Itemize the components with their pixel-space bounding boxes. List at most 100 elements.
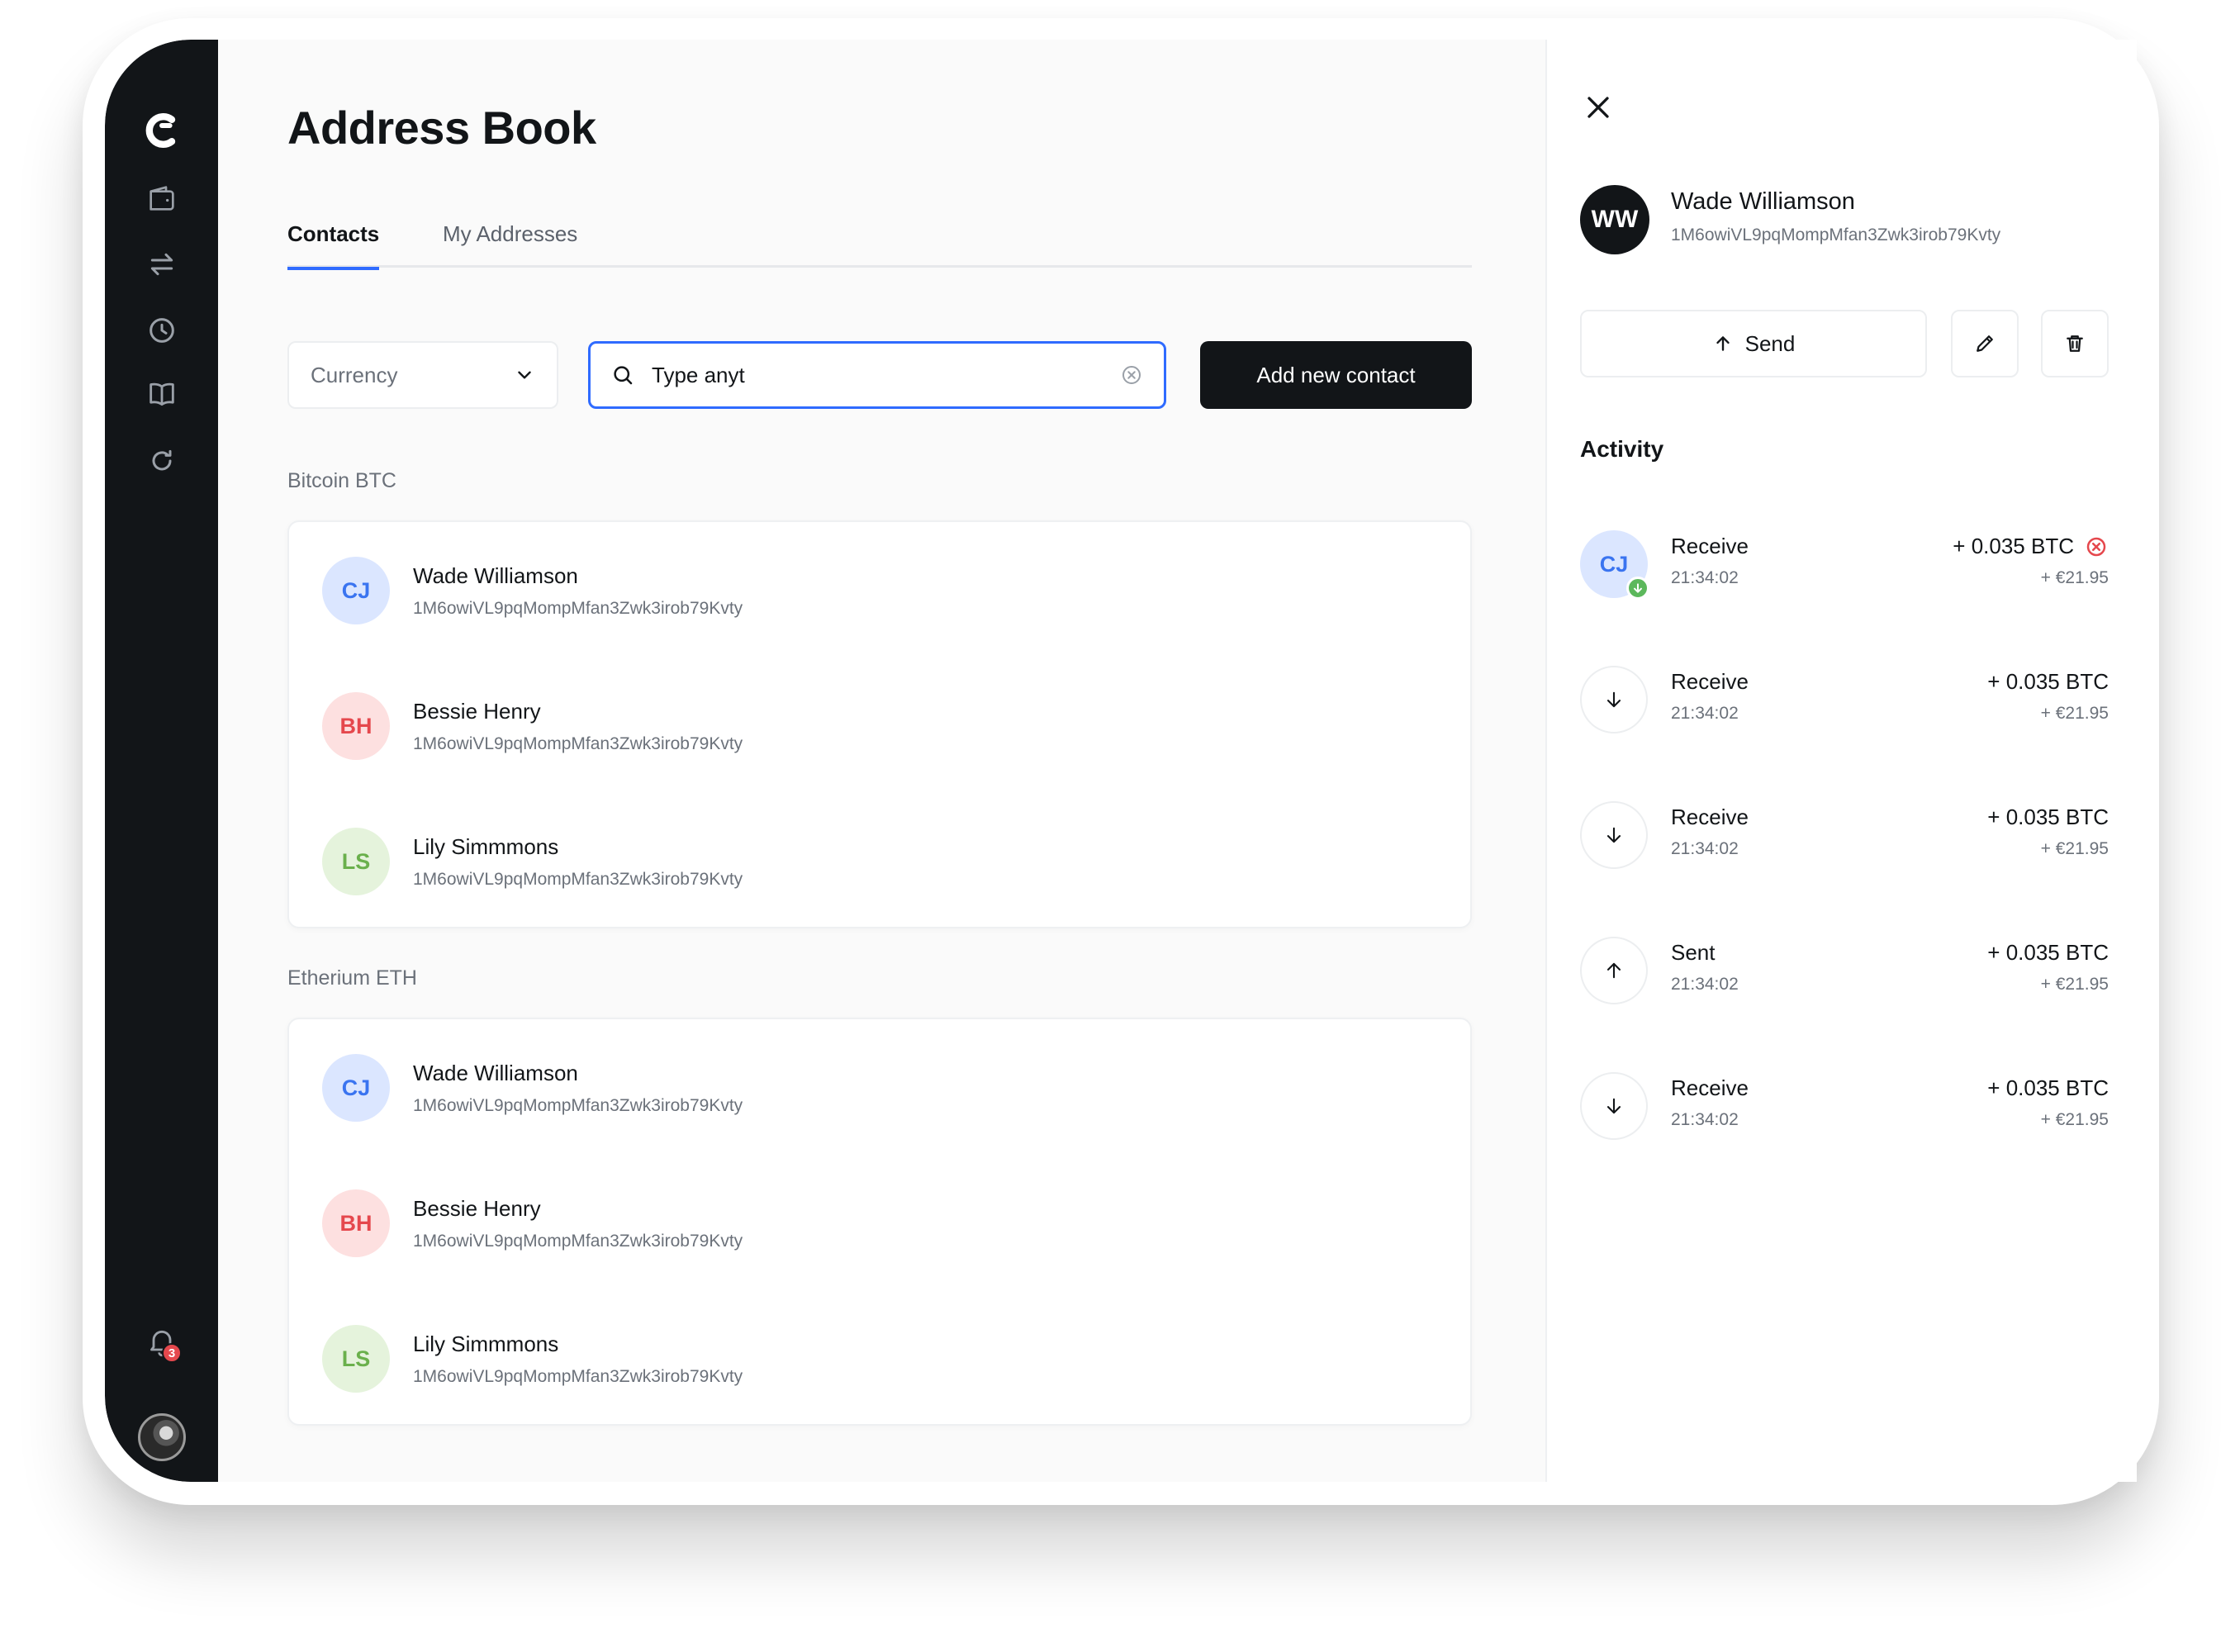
contact-avatar: CJ — [322, 1054, 390, 1122]
delete-button[interactable] — [2041, 310, 2109, 377]
activity-row[interactable]: Receive 21:34:02 + 0.035 BTC + €21.95 — [1580, 798, 2109, 872]
notification-badge: 3 — [162, 1343, 182, 1363]
arrow-down-icon — [1580, 801, 1648, 869]
contact-address: 1M6owiVL9pqMompMfan3Zwk3irob79Kvty — [413, 1231, 743, 1251]
contact-card-btc: CJ Wade Williamson 1M6owiVL9pqMompMfan3Z… — [287, 520, 1472, 928]
contact-address: 1M6owiVL9pqMompMfan3Zwk3irob79Kvty — [413, 733, 743, 753]
close-icon[interactable] — [1580, 89, 1616, 126]
activity-time: 21:34:02 — [1671, 975, 1739, 994]
activity-amount: + 0.035 BTC — [1987, 669, 2109, 694]
sidebar: 3 — [105, 40, 218, 1482]
activity-time: 21:34:02 — [1671, 1110, 1739, 1129]
activity-type: Sent — [1671, 940, 1716, 965]
contact-avatar: LS — [322, 828, 390, 895]
activity-row[interactable]: CJ Receive 21:34:02 + 0.035 BTC + €21.95 — [1580, 527, 2109, 601]
device-frame: 3 Address Book Contacts My Addresses Cur… — [83, 18, 2159, 1505]
refresh-icon[interactable] — [139, 438, 185, 484]
detail-address: 1M6owiVL9pqMompMfan3Zwk3irob79Kvty — [1671, 225, 2001, 244]
detail-name: Wade Williamson — [1671, 188, 1855, 215]
tab-contacts[interactable]: Contacts — [287, 221, 380, 270]
main-content: Address Book Contacts My Addresses Curre… — [218, 40, 1545, 1482]
tab-my-addresses[interactable]: My Addresses — [443, 221, 577, 268]
activity-avatar-initials: CJ — [1599, 551, 1629, 577]
contact-name: Bessie Henry — [413, 1195, 541, 1221]
list-item[interactable]: CJ Wade Williamson 1M6owiVL9pqMompMfan3Z… — [322, 553, 743, 628]
page-title: Address Book — [287, 102, 596, 154]
activity-type: Receive — [1671, 805, 1749, 829]
activity-fiat: + €21.95 — [2040, 704, 2109, 723]
contact-address: 1M6owiVL9pqMompMfan3Zwk3irob79Kvty — [413, 1095, 743, 1115]
group-label-btc: Bitcoin BTC — [287, 469, 396, 492]
activity-amount: + 0.035 BTC — [1987, 805, 2109, 829]
contact-name: Bessie Henry — [413, 698, 541, 724]
contact-avatar: LS — [322, 1325, 390, 1393]
contact-detail-panel: WW Wade Williamson 1M6owiVL9pqMompMfan3Z… — [1545, 40, 2137, 1482]
activity-amount-wrap: + 0.035 BTC — [1953, 534, 2109, 559]
bell-icon[interactable]: 3 — [139, 1318, 185, 1365]
activity-time: 21:34:02 — [1671, 839, 1739, 858]
add-contact-button[interactable]: Add new contact — [1200, 341, 1472, 409]
received-badge-icon — [1626, 577, 1649, 600]
arrow-down-icon — [1580, 666, 1648, 733]
contact-address: 1M6owiVL9pqMompMfan3Zwk3irob79Kvty — [413, 1366, 743, 1386]
activity-fiat: + €21.95 — [2040, 568, 2109, 587]
activity-row[interactable]: Receive 21:34:02 + 0.035 BTC + €21.95 — [1580, 1069, 2109, 1143]
arrow-up-icon — [1716, 336, 1730, 351]
activity-fiat: + €21.95 — [2040, 839, 2109, 858]
activity-row[interactable]: Receive 21:34:02 + 0.035 BTC + €21.95 — [1580, 662, 2109, 737]
edit-button[interactable] — [1951, 310, 2019, 377]
exchange-icon[interactable] — [139, 241, 185, 287]
search-input[interactable] — [652, 362, 1119, 388]
contact-card-eth: CJ Wade Williamson 1M6owiVL9pqMompMfan3Z… — [287, 1018, 1472, 1426]
contact-avatar: BH — [322, 1189, 390, 1257]
tab-bar: Contacts My Addresses — [287, 221, 1472, 270]
activity-type: Receive — [1671, 534, 1749, 558]
activity-fiat: + €21.95 — [2040, 1110, 2109, 1129]
address-book-icon[interactable] — [139, 372, 185, 418]
send-button-label: Send — [1744, 330, 1796, 356]
activity-amount: + 0.035 BTC — [1953, 534, 2074, 558]
search-icon — [614, 366, 633, 385]
trash-icon — [2067, 335, 2083, 352]
currency-select[interactable]: Currency — [287, 341, 558, 409]
contact-avatar: CJ — [322, 557, 390, 624]
send-button[interactable]: Send — [1580, 310, 1927, 377]
contact-name: Lily Simmmons — [413, 1331, 559, 1356]
list-item[interactable]: CJ Wade Williamson 1M6owiVL9pqMompMfan3Z… — [322, 1051, 743, 1125]
activity-time: 21:34:02 — [1671, 704, 1739, 723]
contact-address: 1M6owiVL9pqMompMfan3Zwk3irob79Kvty — [413, 869, 743, 889]
group-label-eth: Etherium ETH — [287, 966, 417, 990]
activity-fiat: + €21.95 — [2040, 975, 2109, 994]
chevron-down-icon — [518, 371, 531, 379]
logo-icon[interactable] — [139, 107, 185, 154]
arrow-up-icon — [1580, 937, 1648, 1004]
activity-time: 21:34:02 — [1671, 568, 1739, 587]
list-item[interactable]: BH Bessie Henry 1M6owiVL9pqMompMfan3Zwk3… — [322, 1186, 743, 1260]
arrow-down-icon — [1580, 1072, 1648, 1140]
clear-icon[interactable] — [1119, 363, 1144, 387]
currency-select-label: Currency — [311, 362, 398, 387]
activity-type: Receive — [1671, 669, 1749, 694]
activity-avatar: CJ — [1580, 530, 1649, 600]
app-screen: 3 Address Book Contacts My Addresses Cur… — [105, 40, 2137, 1482]
activity-amount: + 0.035 BTC — [1987, 940, 2109, 965]
contact-name: Lily Simmmons — [413, 833, 559, 859]
pencil-icon — [1977, 335, 1993, 352]
activity-title: Activity — [1580, 436, 1664, 462]
activity-row[interactable]: Sent 21:34:02 + 0.035 BTC + €21.95 — [1580, 933, 2109, 1008]
contact-address: 1M6owiVL9pqMompMfan3Zwk3irob79Kvty — [413, 598, 743, 618]
list-item[interactable]: BH Bessie Henry 1M6owiVL9pqMompMfan3Zwk3… — [322, 689, 743, 763]
detail-avatar: WW — [1580, 185, 1649, 254]
wallet-icon[interactable] — [139, 175, 185, 221]
user-avatar[interactable] — [138, 1413, 186, 1461]
failed-icon — [2086, 537, 2106, 556]
list-item[interactable]: LS Lily Simmmons 1M6owiVL9pqMompMfan3Zwk… — [322, 824, 743, 899]
contact-avatar: BH — [322, 692, 390, 760]
activity-type: Receive — [1671, 1075, 1749, 1100]
history-icon[interactable] — [139, 307, 185, 354]
list-item[interactable]: LS Lily Simmmons 1M6owiVL9pqMompMfan3Zwk… — [322, 1322, 743, 1396]
search-box[interactable] — [588, 341, 1166, 409]
activity-amount: + 0.035 BTC — [1987, 1075, 2109, 1100]
contact-name: Wade Williamson — [413, 1060, 578, 1085]
contact-name: Wade Williamson — [413, 563, 578, 588]
